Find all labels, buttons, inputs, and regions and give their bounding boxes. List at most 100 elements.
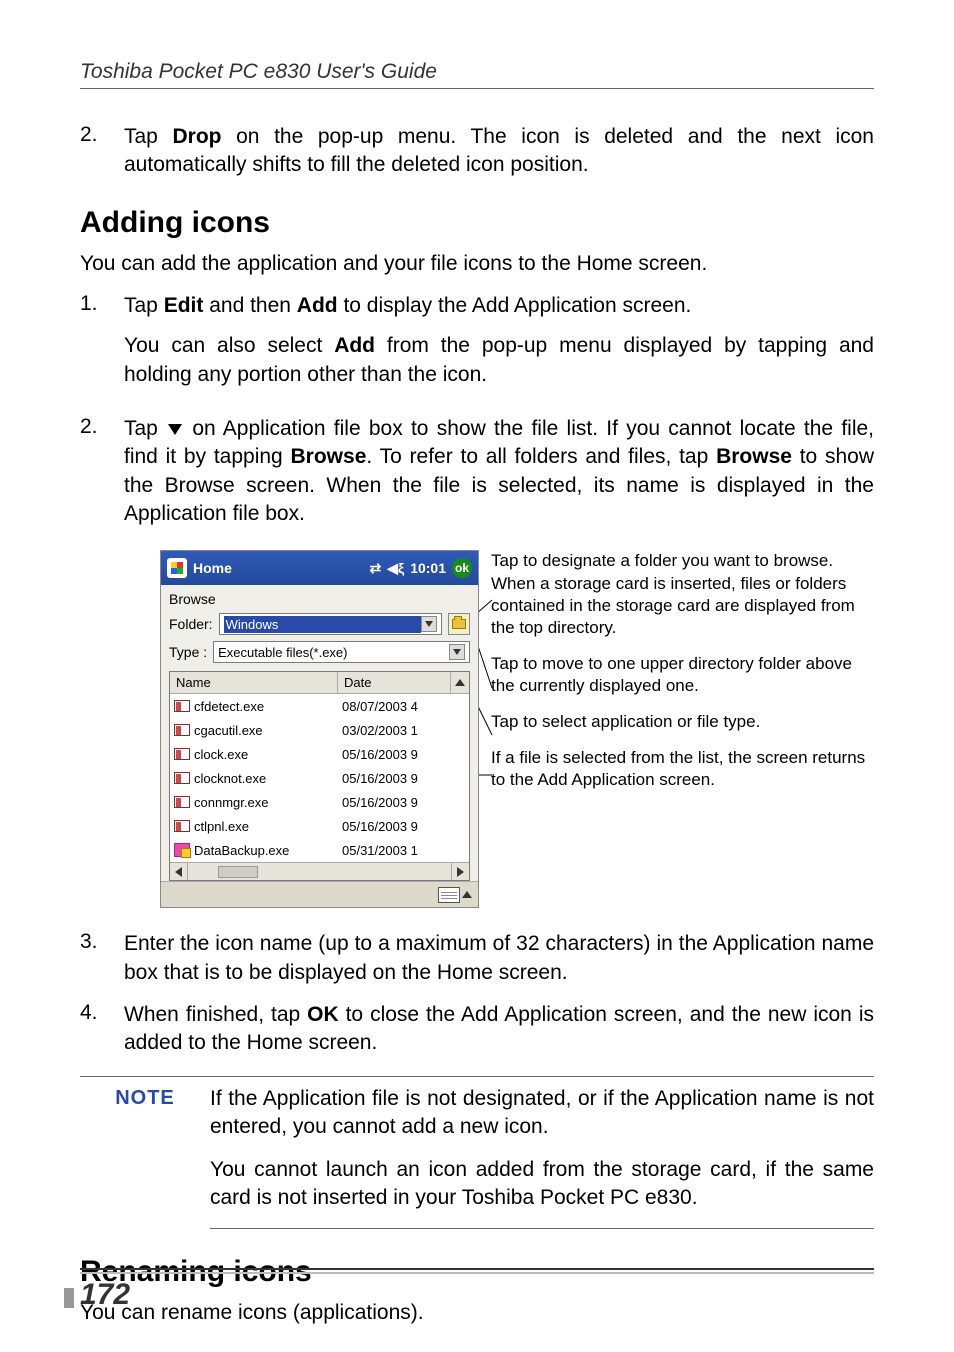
note-content: If the Application file is not designate… [210, 1085, 874, 1226]
folder-value: Windows [224, 616, 421, 633]
cell-date: 05/16/2003 9 [338, 771, 451, 786]
chevron-down-icon [453, 649, 461, 655]
type-label: Type : [169, 644, 207, 660]
note-rule-top [80, 1076, 874, 1077]
type-value: Executable files(*.exe) [218, 645, 449, 660]
col-date[interactable]: Date [338, 672, 451, 693]
chevron-right-icon [457, 867, 464, 877]
file-icon [174, 843, 190, 857]
note-label: NOTE [80, 1085, 210, 1226]
start-icon[interactable] [167, 558, 187, 578]
list-number: 2. [80, 415, 124, 528]
table-row[interactable]: ctlpnl.exe 05/16/2003 9 [170, 814, 469, 838]
file-name: cfdetect.exe [194, 699, 264, 714]
scroll-up-button[interactable] [451, 672, 469, 693]
cell-name: clock.exe [170, 747, 338, 762]
cell-name: DataBackup.exe [170, 843, 338, 858]
table-row[interactable]: cfdetect.exe 08/07/2003 4 [170, 694, 469, 718]
connectivity-icon: ⇄ [369, 560, 381, 577]
annotation-select-file: If a file is selected from the list, the… [491, 747, 874, 791]
chevron-up-icon [455, 679, 465, 686]
paragraph: You can add the application and your fil… [80, 250, 874, 278]
note-text: If the Application file is not designate… [210, 1085, 874, 1142]
annotation-type: Tap to select application or file type. [491, 711, 874, 733]
cell-name: cfdetect.exe [170, 699, 338, 714]
scroll-track[interactable] [188, 863, 451, 880]
col-name[interactable]: Name [170, 672, 338, 693]
scroll-left-button[interactable] [170, 863, 188, 880]
ok-label: ok [455, 561, 469, 575]
file-name: clocknot.exe [194, 771, 266, 786]
screenshot-titlebar: Home ⇄ ◀ξ 10:01 ok [161, 551, 478, 585]
up-directory-button[interactable] [448, 613, 470, 635]
table-row[interactable]: DataBackup.exe 05/31/2003 1 [170, 838, 469, 862]
list-content: Tap Edit and then Add to display the Add… [124, 292, 874, 401]
browse-label: Browse [169, 591, 470, 607]
type-select[interactable]: Executable files(*.exe) [213, 641, 470, 663]
text: When finished, tap OK to close the Add A… [124, 1003, 874, 1054]
table-row[interactable]: cgacutil.exe 03/02/2003 1 [170, 718, 469, 742]
horizontal-scrollbar[interactable] [170, 862, 469, 880]
type-row: Type : Executable files(*.exe) [169, 641, 470, 663]
note-text: You cannot launch an icon added from the… [210, 1156, 874, 1213]
scroll-right-button[interactable] [451, 863, 469, 880]
annotation-folder: Tap to designate a folder you want to br… [491, 550, 874, 638]
cell-date: 03/02/2003 1 [338, 723, 451, 738]
note-rule-bottom [210, 1228, 874, 1229]
sip-up-icon[interactable] [462, 891, 472, 898]
file-name: ctlpnl.exe [194, 819, 249, 834]
list-content: Tap Drop on the pop-up menu. The icon is… [124, 123, 874, 180]
list-item: 3. Enter the icon name (up to a maximum … [80, 930, 874, 987]
chevron-down-icon [425, 621, 433, 627]
status-area: ⇄ ◀ξ 10:01 ok [369, 558, 472, 578]
cell-date: 05/31/2003 1 [338, 843, 451, 858]
cell-date: 08/07/2003 4 [338, 699, 451, 714]
list-item: 1. Tap Edit and then Add to display the … [80, 292, 874, 401]
file-icon [174, 796, 190, 808]
text: Enter the icon name (up to a maximum of … [124, 932, 874, 983]
note-row: NOTE If the Application file is not desi… [80, 1085, 874, 1226]
ok-button[interactable]: ok [452, 558, 472, 578]
list-add: 1. Tap Edit and then Add to display the … [80, 292, 874, 528]
figure-area: Home ⇄ ◀ξ 10:01 ok Browse Folder: Window… [160, 550, 874, 908]
file-table: Name Date cfdetect.exe 08/07/2003 4 cgacut… [169, 671, 470, 881]
clock-text: 10:01 [410, 560, 446, 576]
text: Tap Drop on the pop-up menu. The icon is… [124, 125, 874, 176]
cell-name: connmgr.exe [170, 795, 338, 810]
page-number: 172 [80, 1278, 130, 1312]
file-name: DataBackup.exe [194, 843, 289, 858]
cell-date: 05/16/2003 9 [338, 795, 451, 810]
list-number: 2. [80, 123, 124, 180]
down-triangle-icon [168, 424, 182, 435]
annotations: Tap to designate a folder you want to br… [479, 550, 874, 908]
file-icon [174, 820, 190, 832]
text: Tap on Application file box to show the … [124, 417, 874, 525]
dropdown-button[interactable] [449, 644, 465, 660]
paragraph: You can rename icons (applications). [80, 1299, 874, 1327]
cell-date: 05/16/2003 9 [338, 747, 451, 762]
folder-select[interactable]: Windows [219, 613, 442, 635]
running-header: Toshiba Pocket PC e830 User's Guide [80, 60, 874, 84]
list-item: 2. Tap on Application file box to show t… [80, 415, 874, 528]
folder-row: Folder: Windows [169, 613, 470, 635]
scroll-thumb[interactable] [218, 866, 258, 878]
dropdown-button[interactable] [421, 616, 437, 632]
speaker-icon: ◀ξ [387, 560, 404, 577]
page: Toshiba Pocket PC e830 User's Guide 2. T… [0, 0, 954, 1352]
list-number: 4. [80, 1001, 124, 1058]
page-number-tick [64, 1288, 74, 1308]
table-row[interactable]: clocknot.exe 05/16/2003 9 [170, 766, 469, 790]
list-content: Tap on Application file box to show the … [124, 415, 874, 528]
table-row[interactable]: connmgr.exe05/16/2003 9 [170, 790, 469, 814]
keyboard-icon[interactable] [438, 887, 460, 903]
file-icon [174, 772, 190, 784]
header-rule [80, 88, 874, 89]
text: Tap Edit and then Add to display the Add… [124, 292, 874, 320]
table-row[interactable]: clock.exe05/16/2003 9 [170, 742, 469, 766]
file-name: cgacutil.exe [194, 723, 263, 738]
cell-date: 05/16/2003 9 [338, 819, 451, 834]
heading-adding-icons: Adding icons [80, 206, 874, 240]
screenshot-title: Home [193, 560, 369, 576]
cell-name: cgacutil.exe [170, 723, 338, 738]
list-item: 4. When finished, tap OK to close the Ad… [80, 1001, 874, 1058]
